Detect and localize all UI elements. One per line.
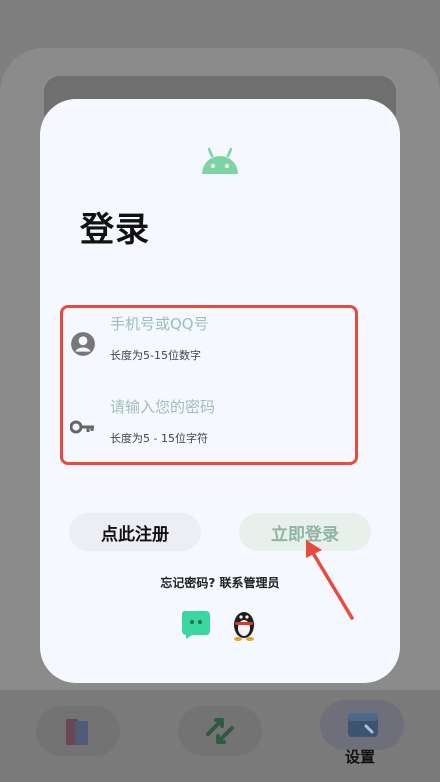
account-circle-icon (71, 332, 95, 356)
books-icon (66, 719, 88, 745)
page-title: 登录 (80, 210, 150, 250)
qq-penguin-icon[interactable] (228, 607, 260, 641)
password-hint: 长度为5 - 15位字符 (110, 432, 208, 445)
android-icon (202, 147, 238, 174)
account-placeholder: 手机号或QQ号 (110, 315, 209, 333)
account-hint: 长度为5-15位数字 (110, 349, 201, 362)
transfer-icon (206, 718, 234, 744)
password-placeholder: 请输入您的密码 (110, 398, 216, 416)
nav-label-settings: 设置 (345, 748, 376, 766)
bottom-navigation: 设置 (0, 690, 440, 782)
settings-icon (348, 713, 378, 737)
nav-item-transfer[interactable] (178, 706, 262, 756)
red-arrow-icon (306, 540, 354, 620)
register-button[interactable]: 点此注册 (69, 513, 201, 551)
key-icon (70, 420, 94, 434)
nav-item-settings[interactable] (320, 700, 404, 750)
password-input[interactable]: 请输入您的密码 长度为5 - 15位字符 (70, 396, 330, 452)
wechat-icon[interactable] (180, 607, 212, 641)
nav-item-books[interactable] (36, 706, 120, 756)
account-input[interactable]: 手机号或QQ号 长度为5-15位数字 (70, 313, 330, 369)
